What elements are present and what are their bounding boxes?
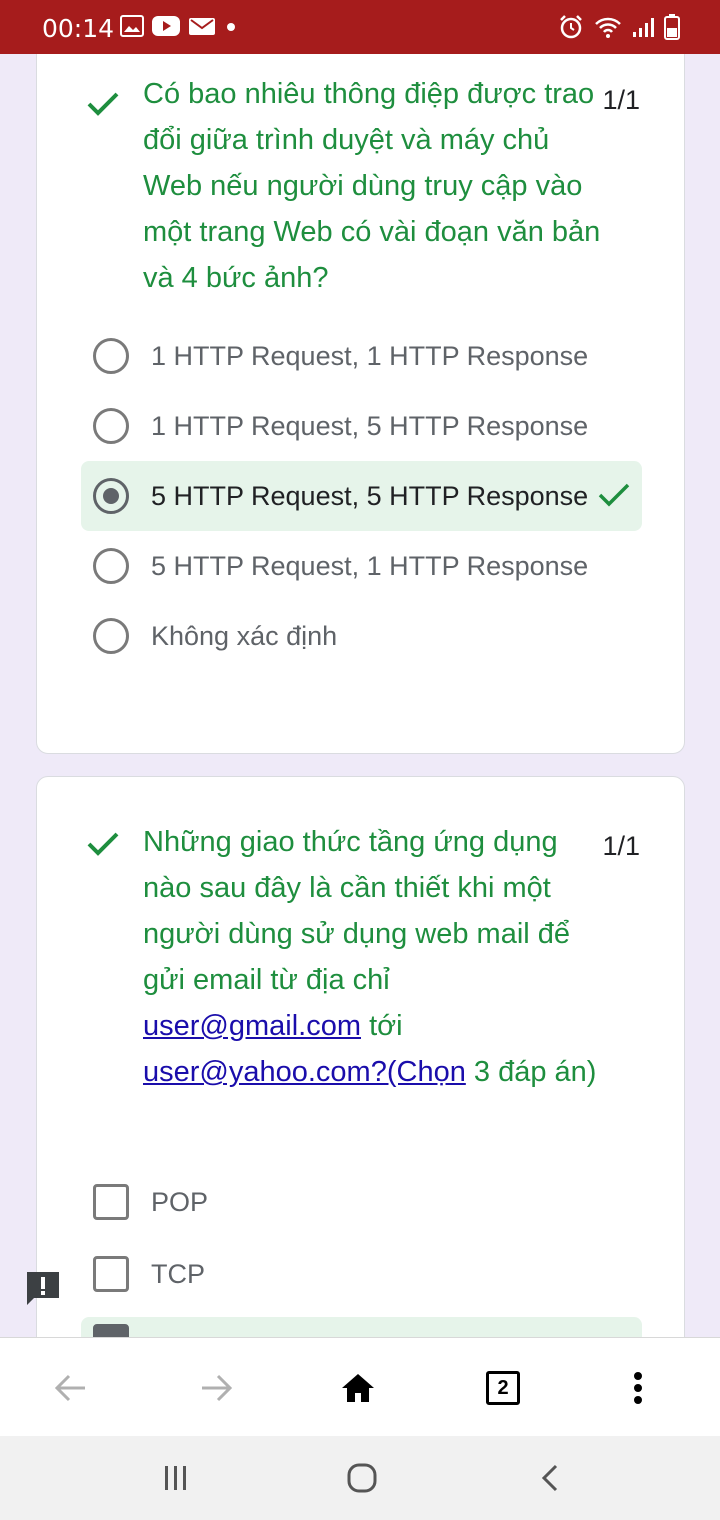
- back-arrow-icon[interactable]: [48, 1366, 92, 1410]
- status-bar: 00:14: [0, 0, 720, 54]
- answer-option[interactable]: 1 HTTP Request, 5 HTTP Response: [81, 391, 642, 461]
- option-label: 1 HTTP Request, 1 HTTP Response: [151, 340, 589, 371]
- recent-apps-icon[interactable]: [156, 1460, 196, 1496]
- email-link[interactable]: user@gmail.com: [143, 1010, 361, 1042]
- question-text-part: Những giao thức tầng ứng dụng nào sau đâ…: [143, 826, 571, 996]
- checkbox[interactable]: [93, 1256, 129, 1292]
- alarm-icon: [558, 14, 584, 45]
- radio-button[interactable]: [93, 338, 129, 374]
- answer-option[interactable]: TCP: [81, 1239, 642, 1309]
- answer-option[interactable]: Không xác định: [81, 601, 642, 671]
- youtube-icon: [152, 15, 180, 42]
- battery-icon: [664, 14, 680, 45]
- correct-check-icon: [83, 823, 123, 863]
- feedback-icon[interactable]: [24, 1270, 62, 1306]
- tabs-button[interactable]: 2: [481, 1366, 525, 1410]
- question-score: 1/1: [602, 85, 640, 115]
- more-options-icon[interactable]: [616, 1366, 660, 1410]
- question-text: Những giao thức tầng ứng dụng nào sau đâ…: [143, 819, 601, 1095]
- email-link[interactable]: user@yahoo.com?(Chọn: [143, 1056, 466, 1088]
- option-label: Không xác định: [151, 620, 338, 651]
- radio-button[interactable]: [93, 408, 129, 444]
- system-nav-bar: [0, 1436, 720, 1520]
- question-card-2: Những giao thức tầng ứng dụng nào sau đâ…: [36, 776, 685, 1337]
- question-text-part: 3 đáp án): [473, 1056, 597, 1088]
- correct-check-icon: [596, 478, 632, 515]
- question-text-part: tới: [369, 1010, 403, 1042]
- question-card-1: Có bao nhiêu thông điệp được trao đổi gi…: [36, 54, 685, 754]
- status-time: 00:14: [42, 14, 115, 43]
- correct-check-icon: [83, 83, 123, 123]
- option-label: TCP: [151, 1258, 205, 1289]
- radio-button-selected[interactable]: [93, 478, 129, 514]
- wifi-icon: [594, 15, 622, 44]
- browser-toolbar: 2: [0, 1337, 720, 1436]
- question-text: Có bao nhiêu thông điệp được trao đổi gi…: [143, 78, 601, 294]
- answer-option[interactable]: 5 HTTP Request, 1 HTTP Response: [81, 531, 642, 601]
- form-content[interactable]: Có bao nhiêu thông điệp được trao đổi gi…: [0, 54, 720, 1337]
- radio-button[interactable]: [93, 618, 129, 654]
- email-icon: [188, 15, 216, 42]
- home-nav-icon[interactable]: [342, 1460, 382, 1496]
- option-label: 1 HTTP Request, 5 HTTP Response: [151, 410, 589, 441]
- answer-option[interactable]: POP: [81, 1167, 642, 1237]
- tab-count: 2: [486, 1371, 520, 1405]
- question-score: 1/1: [602, 831, 640, 861]
- radio-button[interactable]: [93, 548, 129, 584]
- signal-icon: [632, 16, 654, 43]
- answer-option-selected[interactable]: 5 HTTP Request, 5 HTTP Response: [81, 461, 642, 531]
- answer-option[interactable]: 1 HTTP Request, 1 HTTP Response: [81, 321, 642, 391]
- home-icon[interactable]: [336, 1366, 380, 1410]
- back-nav-icon[interactable]: [530, 1460, 570, 1496]
- checkbox-checked[interactable]: [93, 1324, 129, 1337]
- option-label: 5 HTTP Request, 5 HTTP Response: [151, 480, 589, 511]
- forward-arrow-icon[interactable]: [195, 1366, 239, 1410]
- answer-option-selected[interactable]: [81, 1317, 642, 1337]
- image-icon: [120, 15, 144, 42]
- checkbox[interactable]: [93, 1184, 129, 1220]
- option-label: 5 HTTP Request, 1 HTTP Response: [151, 550, 589, 581]
- option-label: POP: [151, 1186, 209, 1217]
- dot-icon: [224, 15, 238, 42]
